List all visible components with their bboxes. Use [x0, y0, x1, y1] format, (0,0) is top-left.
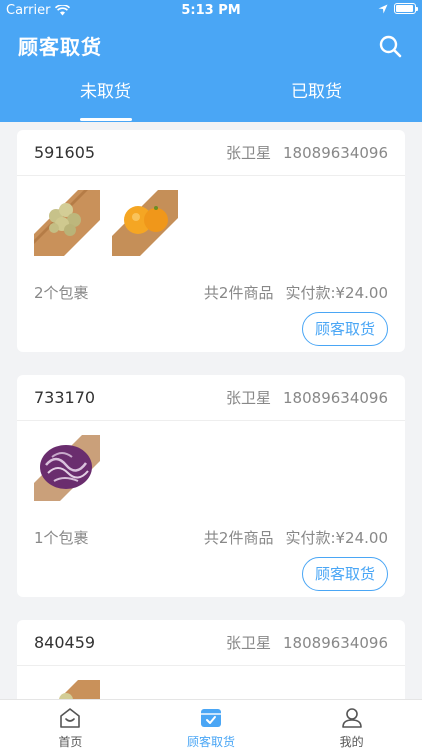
- tab-picked[interactable]: 已取货: [211, 70, 422, 122]
- pickup-icon: [201, 709, 221, 727]
- tab-not-picked[interactable]: 未取货: [0, 70, 211, 122]
- order-status-tabs: 未取货 已取货: [0, 70, 422, 122]
- tabbar-pickup-label: 顾客取货: [187, 735, 236, 749]
- longan-thumbnail[interactable]: [34, 680, 100, 699]
- customer-phone: 18089634096: [283, 144, 388, 162]
- order-card: 840459 张卫星 18089634096: [17, 620, 405, 699]
- search-icon[interactable]: [378, 34, 402, 58]
- location-arrow-icon: [378, 4, 388, 13]
- customer-info: 张卫星 18089634096: [226, 632, 388, 653]
- tabbar-mine-label: 我的: [339, 735, 364, 749]
- status-bar: Carrier 5:13 PM: [0, 0, 422, 22]
- battery-icon: [394, 3, 418, 14]
- customer-phone: 18089634096: [283, 389, 388, 407]
- orange-thumbnail[interactable]: [112, 190, 178, 256]
- tabbar-mine[interactable]: 我的: [281, 700, 422, 750]
- tabbar-home-label: 首页: [58, 735, 83, 749]
- status-time: 5:13 PM: [181, 3, 241, 18]
- longan-thumbnail[interactable]: [34, 190, 100, 256]
- item-count: 共2件商品: [203, 283, 274, 302]
- order-number: 733170: [34, 388, 96, 407]
- order-number: 840459: [34, 633, 96, 652]
- home-icon: [60, 708, 81, 728]
- user-icon: [341, 708, 362, 728]
- app-header: Carrier 5:13 PM 顾客取货 未取货 已取货: [0, 0, 422, 122]
- payment-amount: 实付款:¥24.00: [285, 528, 388, 547]
- tabbar-home[interactable]: 首页: [0, 700, 141, 750]
- tabbar-pickup[interactable]: 顾客取货: [141, 700, 282, 750]
- customer-info: 张卫星 18089634096: [226, 387, 388, 408]
- customer-phone: 18089634096: [283, 634, 388, 652]
- customer-name: 张卫星: [226, 144, 272, 162]
- customer-name: 张卫星: [226, 634, 272, 652]
- item-count: 共2件商品: [203, 528, 274, 547]
- order-number: 591605: [34, 143, 96, 162]
- customer-pickup-button[interactable]: 顾客取货: [301, 557, 388, 591]
- customer-info: 张卫星 18089634096: [226, 142, 388, 163]
- purple-cabbage-thumbnail[interactable]: [34, 435, 100, 501]
- order-list[interactable]: 591605 张卫星 18089634096 2个包裹 共2件商品 实付款:¥2…: [0, 122, 422, 699]
- customer-pickup-button[interactable]: 顾客取货: [301, 312, 388, 346]
- customer-name: 张卫星: [226, 389, 272, 407]
- package-count: 1个包裹: [34, 528, 89, 547]
- order-card: 591605 张卫星 18089634096 2个包裹 共2件商品 实付款:¥2…: [17, 130, 405, 352]
- payment-amount: 实付款:¥24.00: [285, 283, 388, 302]
- page-title: 顾客取货: [18, 35, 102, 59]
- order-card: 733170 张卫星 18089634096 1个包裹 共2件商品 实付款:¥24.…: [17, 375, 405, 597]
- package-count: 2个包裹: [34, 283, 89, 302]
- bottom-tab-bar: 首页 顾客取货 我的: [0, 699, 422, 750]
